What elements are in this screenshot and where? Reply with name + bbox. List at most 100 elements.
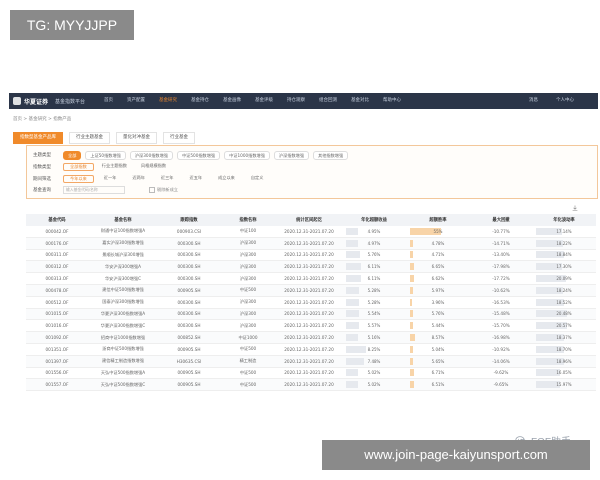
theme-chip[interactable]: 上证50指数增强: [85, 150, 126, 160]
nav-item[interactable]: 基金持仓: [184, 93, 216, 109]
table-row[interactable]: 000176.OF 嘉实沪深300指数增强 000300.SH 沪深300 2020.1…: [26, 237, 596, 250]
table-cell: 2020.12.31-2021.07.20: [276, 367, 342, 380]
table-cell: 18.84%: [532, 249, 596, 262]
table-cell: 001397.OF: [26, 355, 88, 368]
theme-chip[interactable]: 中证500指数增强: [176, 150, 221, 160]
bar-value: 15.97%: [556, 382, 572, 388]
tab[interactable]: 量化对冲基金: [116, 132, 157, 144]
column-header[interactable]: 基金代码: [26, 214, 88, 226]
column-header[interactable]: 基金名称: [88, 214, 158, 226]
bar-cell: 15.97%: [536, 381, 592, 389]
bar-value: 5.02%: [367, 370, 381, 376]
index-type-option[interactable]: 全部指数: [63, 163, 94, 171]
bar-value: 17.30%: [556, 264, 572, 270]
table-cell: 17.30%: [532, 260, 596, 274]
table-row[interactable]: 000042.OF 财通中证100指数增强A 000903.CSI 中证100 2020…: [26, 226, 596, 238]
table-row[interactable]: 000312.OF 华安沪深300增强A 000300.SH 沪深300 2020.12…: [26, 260, 596, 274]
column-header[interactable]: 最大回撤: [470, 214, 532, 226]
fund-search-input[interactable]: 输入基金代码/名称: [63, 186, 125, 194]
period-option[interactable]: 自定义: [245, 175, 270, 183]
table-cell: 000042.OF: [26, 226, 88, 238]
bar-value: 5.65%: [431, 358, 445, 364]
bar-cell: 6.62%: [410, 275, 466, 283]
column-header[interactable]: 年化超额收益: [342, 214, 406, 226]
table-cell: 2020.12.31-2021.07.20: [276, 331, 342, 344]
index-type-option[interactable]: 风格规模指数: [135, 163, 172, 171]
nav-item[interactable]: 基金画像: [216, 93, 248, 109]
nav-item[interactable]: 基金评级: [248, 93, 280, 109]
table-cell: 6.65%: [406, 260, 470, 274]
table-row[interactable]: 000313.OF 华安沪深300增强C 000300.SH 沪深300 2020.12…: [26, 272, 596, 285]
table-cell: 2020.12.31-2021.07.20: [276, 260, 342, 274]
table-cell: -10.92%: [470, 343, 532, 356]
index-type-option[interactable]: 行业主题指数: [96, 163, 133, 171]
nav-item[interactable]: 基金对比: [344, 93, 376, 109]
table-cell: 2020.12.31-2021.07.20: [276, 272, 342, 285]
theme-chip[interactable]: 沪深300指数增强: [129, 150, 173, 160]
theme-chip-group: 全部 上证50指数增强 沪深300指数增强 中证500指数增强 中证1000指数增强 沪深…: [63, 150, 349, 160]
bar-value: 7.48%: [367, 358, 381, 364]
column-header[interactable]: 跟踪指数: [158, 214, 220, 226]
table-cell: 沪深300: [220, 272, 276, 285]
period-option[interactable]: 近五年: [184, 175, 209, 183]
nav-item[interactable]: 资产配置: [120, 93, 152, 109]
column-header[interactable]: 统计区间起讫: [276, 214, 342, 226]
tab[interactable]: 行业基金: [163, 132, 195, 144]
table-cell: 沪深300: [220, 308, 276, 321]
period-option[interactable]: 成立以来: [212, 175, 241, 183]
nav-item[interactable]: 组合回测: [312, 93, 344, 109]
table-cell: 中证500: [220, 284, 276, 297]
nav-item[interactable]: 首页: [97, 93, 120, 109]
table-cell: 财通中证100指数增强A: [88, 226, 158, 238]
table-row[interactable]: 001016.OF 华夏沪深300指数增强C 000300.SH 沪深300 2020.…: [26, 319, 596, 333]
nav-item[interactable]: 持仓观察: [280, 93, 312, 109]
brand[interactable]: 华夏证券 基金指数平台: [13, 96, 85, 106]
nav-item[interactable]: 帮助中心: [376, 93, 408, 109]
theme-chip[interactable]: 全部: [63, 150, 82, 160]
table-cell: 4.97%: [342, 237, 406, 250]
bar-cell: 5.65%: [410, 357, 466, 365]
table-row[interactable]: 001556.OF 天弘中证500指数增强A 000905.SH 中证500 2020.…: [26, 367, 596, 380]
period-option[interactable]: 近一年: [98, 175, 123, 183]
column-header[interactable]: 指数名称: [220, 214, 276, 226]
nav-right-item[interactable]: 个人中心: [556, 93, 574, 109]
tab[interactable]: 指数型基金产品库: [13, 132, 63, 144]
table-cell: 沪深300: [220, 319, 276, 333]
table-row[interactable]: 000478.OF 建信中证500指数增强 000905.SH 中证500 2020.1…: [26, 284, 596, 297]
column-header[interactable]: 超额胜率: [406, 214, 470, 226]
table-row[interactable]: 001397.OF 建信精工制造指数增强 H30635.CSI 精工制造 2020.12…: [26, 355, 596, 368]
table-cell: 5.57%: [342, 319, 406, 333]
bar-cell: 5.02%: [346, 369, 402, 377]
download-icon[interactable]: [572, 205, 578, 211]
table-row[interactable]: 001015.OF 华夏沪深300指数增强A 000300.SH 沪深300 2020.…: [26, 308, 596, 321]
period-label: 期间筛选: [33, 177, 51, 182]
table-row[interactable]: 001351.OF 浙商中证500指数增强 000905.SH 中证500 2020.1…: [26, 343, 596, 356]
table-cell: 浙商中证500指数增强: [88, 343, 158, 356]
table-cell: 国泰沪深300指数增强: [88, 296, 158, 309]
bar-cell: 18.52%: [536, 298, 592, 306]
table-cell: 4.78%: [406, 237, 470, 250]
bar-cell: 6.11%: [346, 263, 402, 271]
theme-chip[interactable]: 中证1000指数增强: [224, 150, 270, 160]
bar-cell: 17.14%: [536, 227, 592, 235]
table-row[interactable]: 001092.OF 招商中证1000指数增强 000852.SH 中证1000 2020…: [26, 331, 596, 344]
bar-cell: 20.09%: [536, 275, 592, 283]
table-row[interactable]: 000311.OF 景顺长城沪深300增强 000300.SH 沪深300 2020.1…: [26, 249, 596, 262]
period-option[interactable]: 近两年: [126, 175, 151, 183]
table-cell: 000300.SH: [158, 260, 220, 274]
theme-chip[interactable]: 沪深指数增强: [273, 150, 310, 160]
exclude-new-checkbox[interactable]: 剔除新成立: [149, 187, 178, 193]
period-option[interactable]: 近三年: [155, 175, 180, 183]
nav-right-item[interactable]: 消息: [529, 93, 538, 109]
period-option[interactable]: 今年以来: [63, 175, 94, 183]
theme-chip[interactable]: 其他指数增强: [313, 150, 349, 160]
table-cell: 景顺长城沪深300增强: [88, 249, 158, 262]
table-row[interactable]: 001557.OF 天弘中证500指数增强C 000905.SH 中证500 2020.…: [26, 378, 596, 392]
table-cell: 8.57%: [406, 331, 470, 344]
table-row[interactable]: 000512.OF 国泰沪深300指数增强 000300.SH 沪深300 2020.1…: [26, 296, 596, 309]
column-header[interactable]: 年化波动率: [532, 214, 596, 226]
tab[interactable]: 行业主题基金: [69, 132, 110, 144]
nav-item[interactable]: 基金研究: [152, 93, 184, 109]
table-cell: 5.76%: [342, 249, 406, 262]
table-cell: 2020.12.31-2021.07.20: [276, 343, 342, 356]
